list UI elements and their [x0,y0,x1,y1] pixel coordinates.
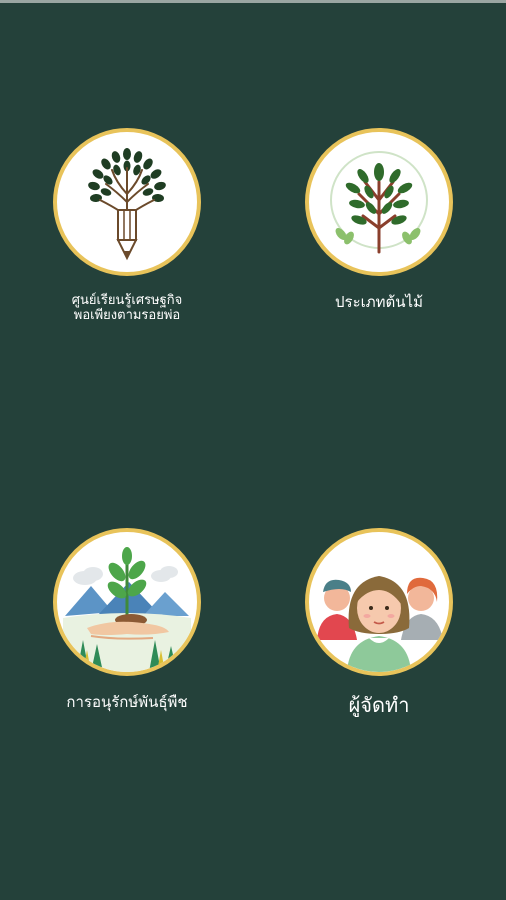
menu-item-tree-types[interactable]: ประเภทต้นไม้ [279,128,479,311]
menu-item-plant-conservation[interactable]: การอนุรักษ์พันธุ์พืช [27,528,227,711]
menu-item-label: การอนุรักษ์พันธุ์พืช [66,693,188,711]
menu-item-icon-frame [305,128,453,276]
menu-item-icon-frame [53,128,201,276]
people-icon [317,576,443,672]
menu-item-label: ประเภทต้นไม้ [335,293,423,311]
tree-icon [330,151,428,254]
menu-item-icon-frame [305,528,453,676]
menu-item-label: ศูนย์เรียนรู้เศรษฐกิจ พอเพียงตามรอยพ่อ [71,293,183,323]
menu-item-creators[interactable]: ผู้จัดทำ [279,528,479,717]
main-menu-screen: ศูนย์เรียนรู้เศรษฐกิจ พอเพียงตามรอยพ่อ ป… [0,3,506,900]
menu-item-label: ผู้จัดทำ [348,693,410,717]
menu-item-icon-frame [53,528,201,676]
hand-seedling-icon [63,547,191,672]
pencil-tree-icon [88,148,166,261]
menu-item-learning-center[interactable]: ศูนย์เรียนรู้เศรษฐกิจ พอเพียงตามรอยพ่อ [27,128,227,324]
